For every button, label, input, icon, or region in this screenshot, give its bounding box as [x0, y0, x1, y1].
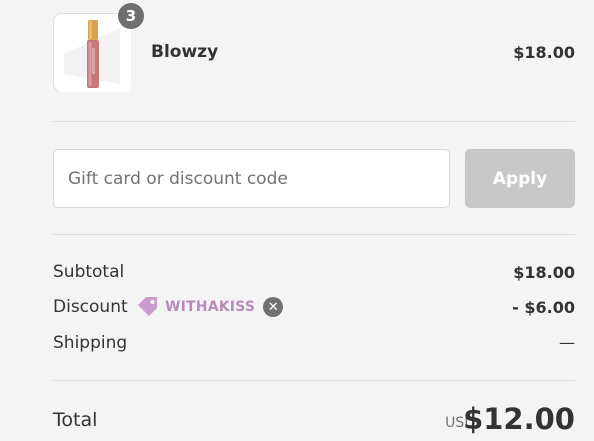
product-price: $18.00 [513, 43, 575, 62]
lip-gloss-image [55, 15, 131, 92]
quantity-badge: 3 [118, 3, 144, 29]
discount-label: Discount [53, 297, 128, 317]
total-amount: $12.00 [463, 402, 575, 436]
product-name: Blowzy [151, 42, 219, 62]
shipping-label: Shipping [53, 333, 128, 353]
discount-code-input[interactable] [53, 149, 450, 208]
divider [53, 380, 575, 381]
divider [53, 121, 575, 122]
tag-icon [138, 297, 157, 316]
discount-code: WITHAKISS [165, 299, 256, 315]
apply-button[interactable]: Apply [465, 149, 575, 208]
remove-discount-icon[interactable]: ✕ [263, 297, 284, 317]
discount-value: - $6.00 [512, 298, 575, 317]
discount-tag: WITHAKISS ✕ [137, 297, 284, 317]
product-thumbnail [53, 13, 131, 92]
divider [53, 234, 575, 235]
shipping-value: — [559, 333, 575, 352]
total-label: Total [53, 409, 98, 431]
subtotal-label: Subtotal [53, 262, 125, 282]
subtotal-value: $18.00 [513, 263, 575, 282]
